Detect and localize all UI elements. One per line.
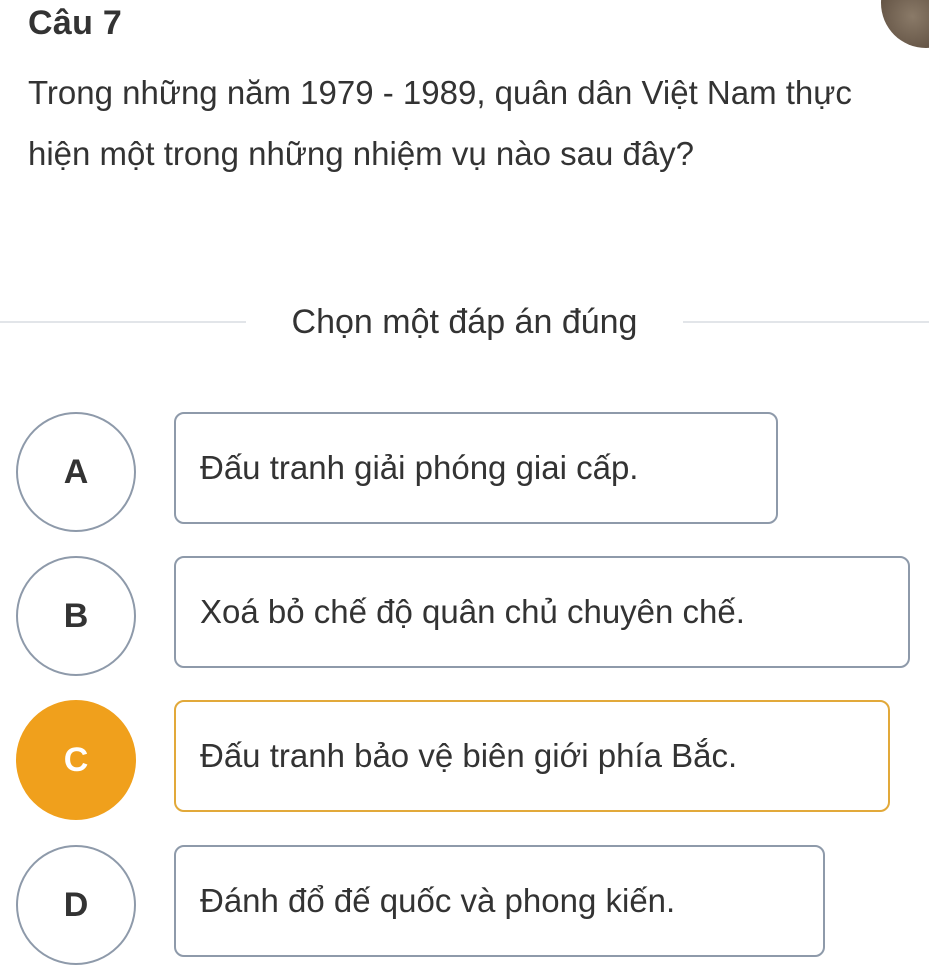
option-a-answer-box[interactable]: Đấu tranh giải phóng giai cấp. <box>174 412 778 524</box>
divider-line-left <box>0 321 246 323</box>
question-text: Trong những năm 1979 - 1989, quân dân Vi… <box>28 74 852 172</box>
question-number: Câu 7 <box>28 4 123 42</box>
option-c-text: Đấu tranh bảo vệ biên giới phía Bắc. <box>200 737 738 774</box>
instruction-text: Chọn một đáp án đúng <box>291 302 638 341</box>
option-c-answer-box[interactable]: Đấu tranh bảo vệ biên giới phía Bắc. <box>174 700 890 812</box>
option-b-text: Xoá bỏ chế độ quân chủ chuyên chế. <box>200 593 745 630</box>
option-d-answer-box[interactable]: Đánh đổ đế quốc và phong kiến. <box>174 845 825 957</box>
avatar <box>881 0 929 48</box>
divider-line-right <box>683 321 929 323</box>
option-c-letter[interactable]: C <box>16 700 136 820</box>
option-b-answer-box[interactable]: Xoá bỏ chế độ quân chủ chuyên chế. <box>174 556 910 668</box>
instruction-divider: Chọn một đáp án đúng <box>0 296 929 348</box>
option-a-text: Đấu tranh giải phóng giai cấp. <box>200 449 639 486</box>
option-d-letter[interactable]: D <box>16 845 136 965</box>
option-a-letter[interactable]: A <box>16 412 136 532</box>
option-d-text: Đánh đổ đế quốc và phong kiến. <box>200 882 676 919</box>
option-b-letter[interactable]: B <box>16 556 136 676</box>
